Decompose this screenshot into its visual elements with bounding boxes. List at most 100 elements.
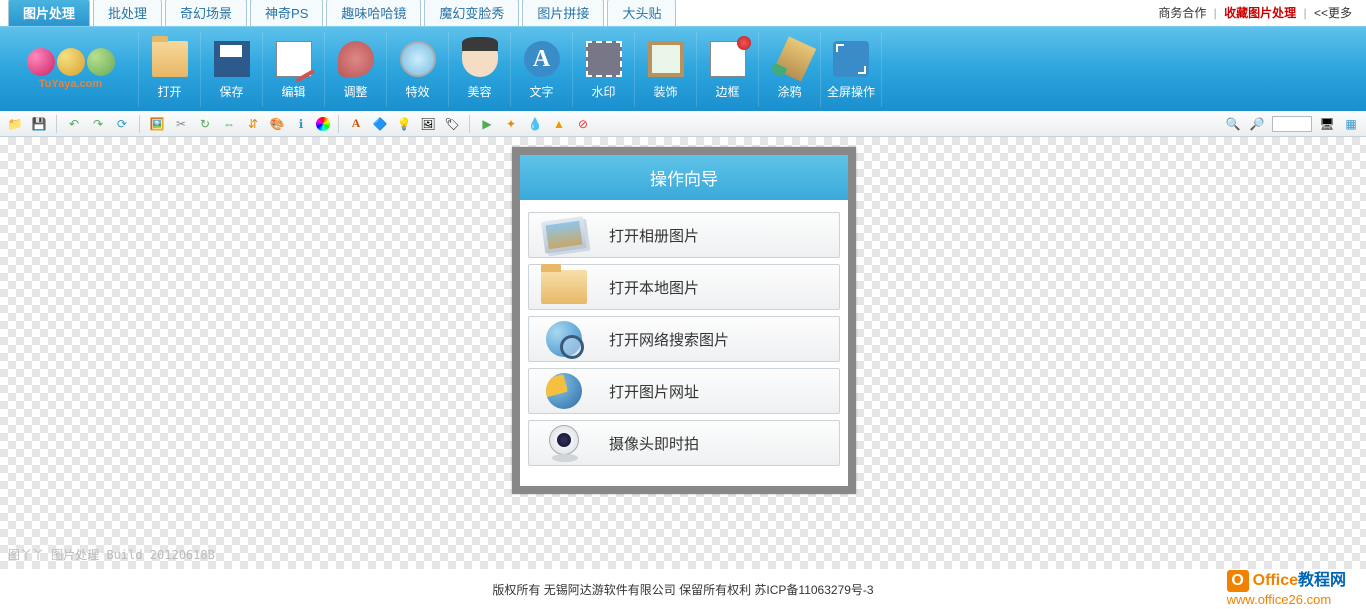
redo-icon[interactable]: ↷ [89, 115, 107, 133]
palette-icon [336, 39, 376, 79]
palette-button[interactable]: 调整 [324, 32, 386, 107]
tab-4[interactable]: 趣味哈哈镜 [326, 0, 421, 26]
tab-3[interactable]: 神奇PS [250, 0, 323, 26]
toolbar-label: 美容 [467, 83, 491, 100]
undo-icon[interactable]: ↶ [65, 115, 83, 133]
color-icon[interactable] [316, 117, 330, 131]
footer-logo-suffix: 教程网 [1298, 572, 1346, 589]
toolbar-label: 特效 [405, 83, 429, 100]
cone-icon[interactable]: ▲ [550, 115, 568, 133]
fullscreen-button[interactable]: 全屏操作 [820, 32, 882, 107]
text-icon: A [522, 39, 562, 79]
fullscreen-icon [831, 39, 871, 79]
toolbar-label: 打开 [157, 83, 181, 100]
toolbar-label: 编辑 [281, 83, 305, 100]
lens-button[interactable]: 特效 [386, 32, 448, 107]
stamp-button[interactable]: 水印 [572, 32, 634, 107]
frame-icon [646, 39, 686, 79]
wizard-item-url-globe[interactable]: 打开图片网址 [528, 368, 840, 414]
zoom-input[interactable] [1272, 116, 1312, 132]
webcam-icon [539, 422, 589, 464]
wizard-title: 操作向导 [520, 155, 848, 200]
zoom-out-icon[interactable]: 🔎 [1248, 115, 1266, 133]
history-icon[interactable]: ⟳ [113, 115, 131, 133]
business-link[interactable]: 商务合作 [1158, 6, 1206, 20]
copyright-text: 版权所有 无锡阿达游软件有限公司 保留所有权利 苏ICP备11063279号-3 [492, 581, 873, 598]
toolbar-label: 水印 [591, 83, 615, 100]
more-link[interactable]: <<更多 [1314, 6, 1352, 20]
build-info: 图丫丫 图片处理 Build 20120618B [8, 546, 215, 563]
folder-icon [150, 39, 190, 79]
resize-icon[interactable]: ⇔ [220, 115, 238, 133]
toolbar-label: 调整 [343, 83, 367, 100]
border-button[interactable]: 边框 [696, 32, 758, 107]
logo: TuYaya.com [8, 39, 133, 99]
image-icon[interactable]: 🖼️ [148, 115, 166, 133]
adjust-icon[interactable]: 🎨 [268, 115, 286, 133]
bulb-icon[interactable]: 💡 [395, 115, 413, 133]
stop-icon[interactable]: ⊘ [574, 115, 592, 133]
tab-2[interactable]: 奇幻场景 [165, 0, 247, 26]
wizard-item-folder[interactable]: 打开本地图片 [528, 264, 840, 310]
wizard-item-label: 打开网络搜索图片 [609, 329, 729, 350]
toolbar-label: 边框 [715, 83, 739, 100]
wizard-item-album[interactable]: 打开相册图片 [528, 212, 840, 258]
footer-logo-icon: O [1227, 570, 1249, 592]
flip-icon[interactable]: ⇵ [244, 115, 262, 133]
separator: | [1214, 6, 1217, 20]
top-links-bar: 商务合作 | 收藏图片处理 | <<更多 [1154, 4, 1356, 21]
logo-text: TuYaya.com [39, 78, 102, 90]
text-icon[interactable]: A [347, 115, 365, 133]
wizard-item-search-globe[interactable]: 打开网络搜索图片 [528, 316, 840, 362]
favorite-link[interactable]: 收藏图片处理 [1224, 6, 1296, 20]
url-globe-icon [539, 370, 589, 412]
footer: 版权所有 无锡阿达游软件有限公司 保留所有权利 苏ICP备11063279号-3… [0, 569, 1366, 609]
canvas-area[interactable]: 操作向导 打开相册图片打开本地图片打开网络搜索图片打开图片网址摄像头即时拍 图丫… [0, 137, 1366, 569]
text-button[interactable]: A 文字 [510, 32, 572, 107]
effects-icon[interactable]: 🔷 [371, 115, 389, 133]
toolbar-label: 全屏操作 [827, 83, 875, 100]
crop-icon[interactable]: ✂ [172, 115, 190, 133]
tab-5[interactable]: 魔幻变脸秀 [424, 0, 519, 26]
save-icon [212, 39, 252, 79]
wizard-item-label: 打开图片网址 [609, 381, 699, 402]
footer-logo: OOffice教程网 www.office26.com [1227, 566, 1346, 607]
brush-button[interactable]: 涂鸦 [758, 32, 820, 107]
save-icon[interactable]: 💾 [30, 115, 48, 133]
wizard-item-label: 摄像头即时拍 [609, 433, 699, 454]
fit-icon[interactable]: 🖥 [1318, 115, 1336, 133]
album-icon [539, 214, 589, 256]
folder-button[interactable]: 打开 [138, 32, 200, 107]
tab-1[interactable]: 批处理 [93, 0, 162, 26]
tab-0[interactable]: 图片处理 [8, 0, 90, 26]
rotate-icon[interactable]: ↻ [196, 115, 214, 133]
actual-icon[interactable]: ▦ [1342, 115, 1360, 133]
frame-icon[interactable]: 🖼 [419, 115, 437, 133]
info-icon[interactable]: ℹ [292, 115, 310, 133]
toolbar-label: 保存 [219, 83, 243, 100]
footer-logo-brand: Office [1253, 572, 1298, 589]
edit-button[interactable]: 编辑 [262, 32, 324, 107]
star-icon[interactable]: ✦ [502, 115, 520, 133]
save-button[interactable]: 保存 [200, 32, 262, 107]
tab-6[interactable]: 图片拼接 [522, 0, 604, 26]
lens-icon [398, 39, 438, 79]
separator: | [1304, 6, 1307, 20]
drop-icon[interactable]: 💧 [526, 115, 544, 133]
border-icon [708, 39, 748, 79]
stamp-icon [584, 39, 624, 79]
play-icon[interactable]: ▶ [478, 115, 496, 133]
wizard-item-label: 打开本地图片 [609, 277, 699, 298]
wizard-item-webcam[interactable]: 摄像头即时拍 [528, 420, 840, 466]
main-toolbar: TuYaya.com 打开 保存 编辑 调整 特效 美容 A 文字 水印 装饰 边框 涂鸦全屏操作 [0, 26, 1366, 111]
face-button[interactable]: 美容 [448, 32, 510, 107]
toolbar-label: 文字 [529, 83, 553, 100]
zoom-in-icon[interactable]: 🔍 [1224, 115, 1242, 133]
sticker-icon[interactable]: 🏷 [443, 115, 461, 133]
open-icon[interactable]: 📁 [6, 115, 24, 133]
brush-icon [770, 39, 810, 79]
toolbar-label: 装饰 [653, 83, 677, 100]
frame-button[interactable]: 装饰 [634, 32, 696, 107]
tab-7[interactable]: 大头贴 [607, 0, 676, 26]
search-globe-icon [539, 318, 589, 360]
